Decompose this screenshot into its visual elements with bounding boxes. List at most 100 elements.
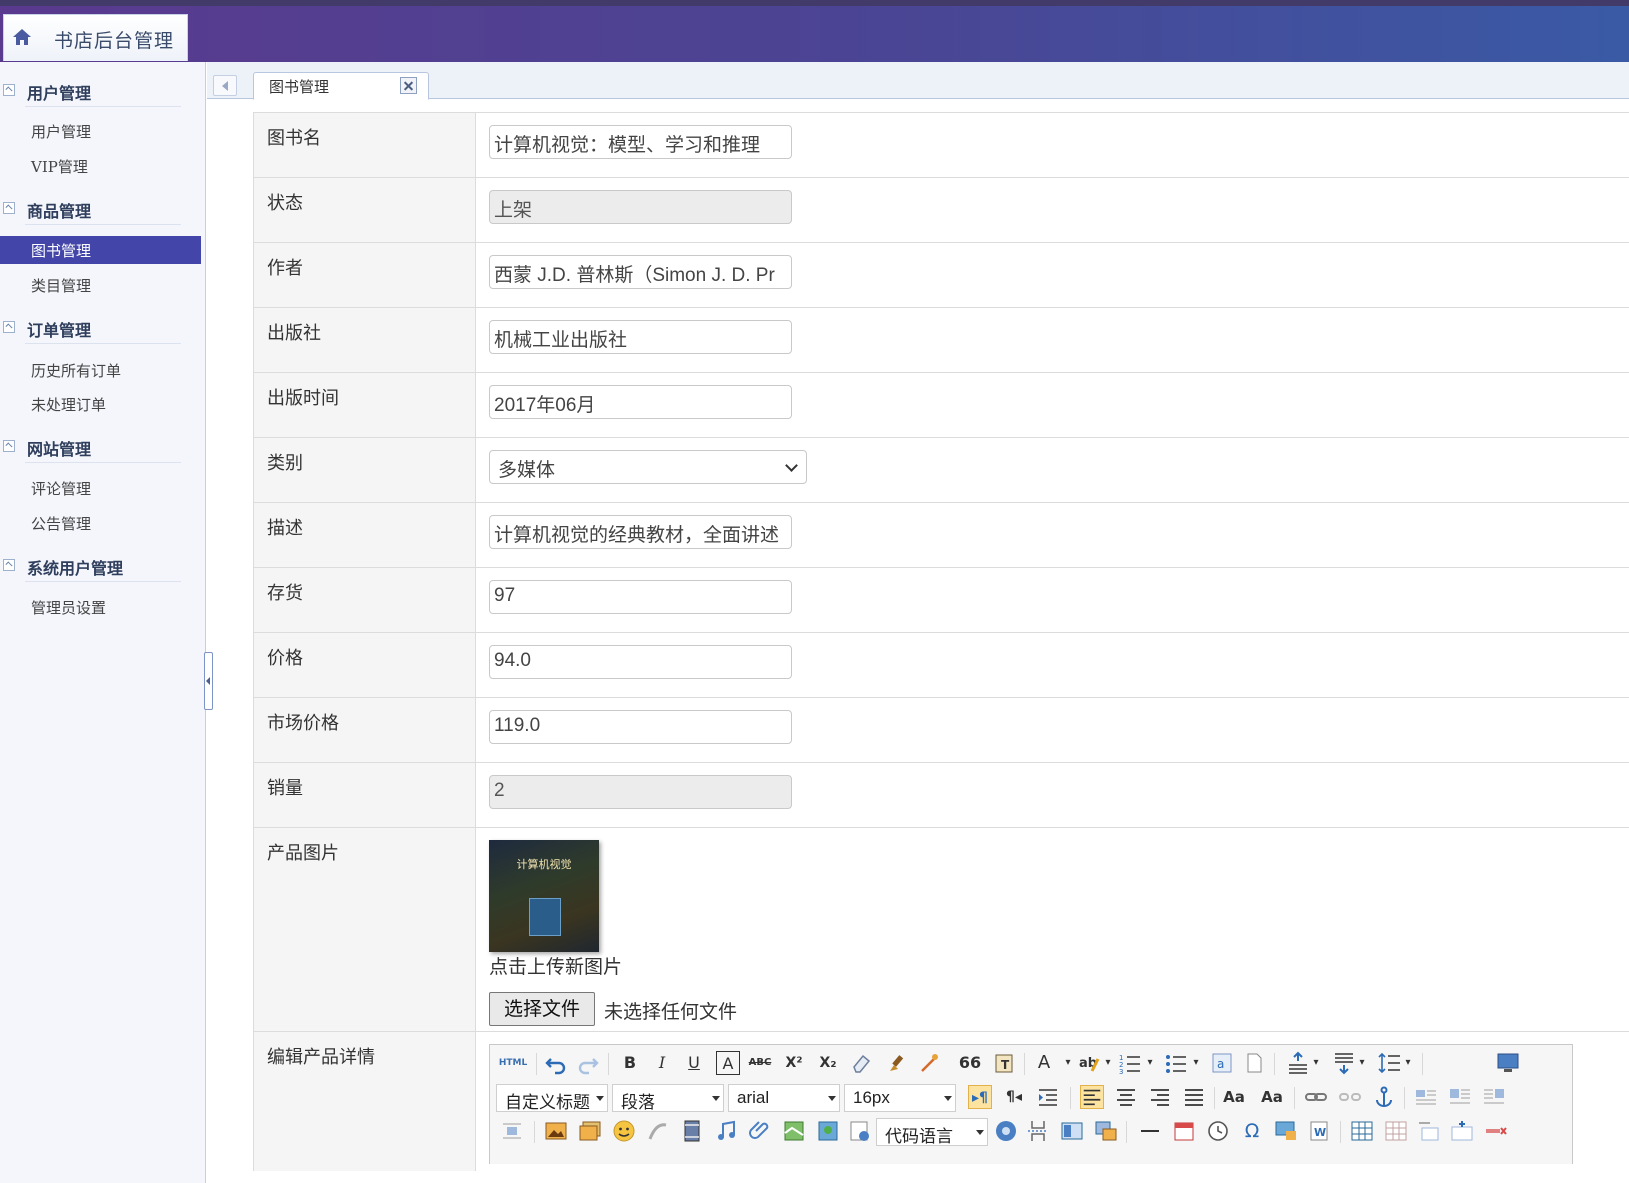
sidebar-item-books[interactable]: 图书管理 [0, 236, 201, 264]
wordimage-icon[interactable]: W [1308, 1119, 1332, 1143]
font-family-select[interactable]: arial [728, 1084, 840, 1112]
sidebar-item-announcements[interactable]: 公告管理 [0, 509, 201, 537]
align-right-icon[interactable] [1148, 1085, 1172, 1109]
strikethrough-icon[interactable]: ABC [748, 1051, 772, 1075]
dropdown-arrow-icon[interactable]: ▾ [1310, 1051, 1322, 1075]
sidebar-item-comments[interactable]: 评论管理 [0, 474, 201, 502]
webapp-icon[interactable] [994, 1119, 1018, 1143]
code-language-select[interactable]: 代码语言 [876, 1118, 988, 1146]
touppercase-icon[interactable]: Aa [1222, 1085, 1246, 1109]
date-icon[interactable] [1172, 1119, 1196, 1143]
map-icon[interactable] [782, 1119, 806, 1143]
indent-icon[interactable] [1036, 1085, 1060, 1109]
rtl-direction-icon[interactable]: ¶◂ [1002, 1085, 1026, 1109]
lineheight-icon[interactable] [1378, 1051, 1402, 1075]
dropdown-arrow-icon[interactable]: ▾ [1102, 1051, 1114, 1075]
rowspacing-top-icon[interactable] [1286, 1051, 1310, 1075]
background-icon[interactable] [1094, 1119, 1118, 1143]
sidebar-item-pending-orders[interactable]: 未处理订单 [0, 390, 201, 418]
image-center-icon[interactable] [500, 1119, 524, 1143]
font-color-icon[interactable]: A [1032, 1051, 1056, 1075]
fullscreen-icon[interactable] [1496, 1051, 1520, 1075]
blockquote-icon[interactable]: 66 [958, 1051, 982, 1075]
cleardoc-icon[interactable] [1242, 1051, 1266, 1075]
fontborder-icon[interactable]: A [716, 1051, 740, 1075]
market-price-input[interactable]: 119.0 [489, 710, 792, 744]
underline-icon[interactable]: U [682, 1051, 706, 1075]
dropdown-arrow-icon[interactable]: ▾ [1402, 1051, 1414, 1075]
tolowercase-icon[interactable]: Aa [1260, 1085, 1284, 1109]
delete-row-icon[interactable] [1484, 1119, 1508, 1143]
upload-hint[interactable]: 点击上传新图片 [489, 952, 622, 979]
stock-input[interactable]: 97 [489, 580, 792, 614]
pagebreak-icon[interactable] [1026, 1119, 1050, 1143]
insertframe-icon[interactable] [848, 1119, 872, 1143]
description-input[interactable]: 计算机视觉的经典教材，全面讲述 [489, 515, 792, 549]
font-size-select[interactable]: 16px [844, 1084, 956, 1112]
tab-scroll-left-button[interactable] [213, 75, 237, 96]
subscript-icon[interactable]: X₂ [816, 1051, 840, 1075]
html-source-icon[interactable]: HTML [498, 1051, 528, 1075]
category-select[interactable]: 多媒体 [489, 450, 807, 484]
dropdown-arrow-icon[interactable]: ▾ [1062, 1051, 1074, 1075]
unlink-icon[interactable] [1338, 1085, 1362, 1109]
sidebar-group-site[interactable]: 网站管理 [0, 431, 181, 463]
publisher-input[interactable]: 机械工业出版社 [489, 320, 792, 354]
horizontal-rule-icon[interactable] [1138, 1119, 1162, 1143]
choose-file-button[interactable]: 选择文件 [489, 992, 595, 1026]
unordered-list-icon[interactable] [1164, 1051, 1188, 1075]
brush-icon[interactable] [884, 1051, 908, 1075]
sidebar-item-categories[interactable]: 类目管理 [0, 271, 201, 299]
bold-icon[interactable]: B [618, 1051, 642, 1075]
ltr-direction-icon[interactable]: ▸¶ [968, 1085, 992, 1109]
sidebar-group-orders[interactable]: 订单管理 [0, 312, 181, 344]
scrawl-icon[interactable] [646, 1119, 670, 1143]
multi-image-icon[interactable] [578, 1119, 602, 1143]
insert-image-icon[interactable] [544, 1119, 568, 1143]
tab-book-management[interactable]: 图书管理 [253, 72, 429, 100]
insert-paragraph-before-table-icon[interactable] [1416, 1119, 1440, 1143]
special-chars-icon[interactable]: Ω [1240, 1119, 1264, 1143]
superscript-icon[interactable]: X² [782, 1051, 806, 1075]
sidebar-group-products[interactable]: 商品管理 [0, 193, 181, 225]
product-cover-image[interactable]: 计算机视觉 [489, 840, 599, 952]
selectall-icon[interactable]: a [1210, 1051, 1234, 1075]
close-icon[interactable] [400, 77, 417, 94]
rich-text-editor[interactable]: HTML B I U A ABC X² X₂ 66 T A ▾ ab ▾ 1 2… [489, 1044, 1573, 1164]
image-left-icon[interactable] [1448, 1085, 1472, 1109]
attachment-icon[interactable] [748, 1119, 772, 1143]
autotypeset-icon[interactable] [918, 1051, 942, 1075]
snapscreen-icon[interactable] [1274, 1119, 1298, 1143]
insert-row-icon[interactable] [1450, 1119, 1474, 1143]
author-input[interactable]: 西蒙 J.D. 普林斯（Simon J. D. Pr [489, 255, 792, 289]
undo-icon[interactable] [544, 1051, 568, 1075]
sidebar-group-users[interactable]: 用户管理 [0, 75, 181, 107]
emotion-icon[interactable] [612, 1119, 636, 1143]
paragraph-format-select[interactable]: 段落 [612, 1084, 724, 1112]
dropdown-arrow-icon[interactable]: ▾ [1356, 1051, 1368, 1075]
sidebar-item-vip[interactable]: VIP管理 [0, 152, 201, 180]
delete-table-icon[interactable] [1384, 1119, 1408, 1143]
eraser-icon[interactable] [850, 1051, 874, 1075]
insert-table-icon[interactable] [1350, 1119, 1374, 1143]
sidebar-item-user-management[interactable]: 用户管理 [0, 117, 201, 145]
pub-date-input[interactable]: 2017年06月 [489, 385, 792, 419]
backcolor-icon[interactable]: ab [1078, 1051, 1102, 1075]
music-icon[interactable] [714, 1119, 738, 1143]
align-justify-icon[interactable] [1182, 1085, 1206, 1109]
ordered-list-icon[interactable]: 123 [1118, 1051, 1142, 1075]
link-icon[interactable] [1304, 1085, 1328, 1109]
align-center-icon[interactable] [1114, 1085, 1138, 1109]
align-left-icon[interactable] [1080, 1085, 1104, 1109]
custom-heading-select[interactable]: 自定义标题 [496, 1084, 608, 1112]
sidebar-group-system-users[interactable]: 系统用户管理 [0, 550, 181, 582]
sidebar-collapse-handle[interactable] [204, 652, 213, 710]
dropdown-arrow-icon[interactable]: ▾ [1144, 1051, 1156, 1075]
template-icon[interactable] [1060, 1119, 1084, 1143]
rowspacing-bottom-icon[interactable] [1332, 1051, 1356, 1075]
redo-icon[interactable] [576, 1051, 600, 1075]
app-logo-tab[interactable]: 书店后台管理 [3, 14, 188, 61]
anchor-icon[interactable] [1372, 1085, 1396, 1109]
pasteplain-icon[interactable]: T [992, 1051, 1016, 1075]
italic-icon[interactable]: I [650, 1051, 674, 1075]
